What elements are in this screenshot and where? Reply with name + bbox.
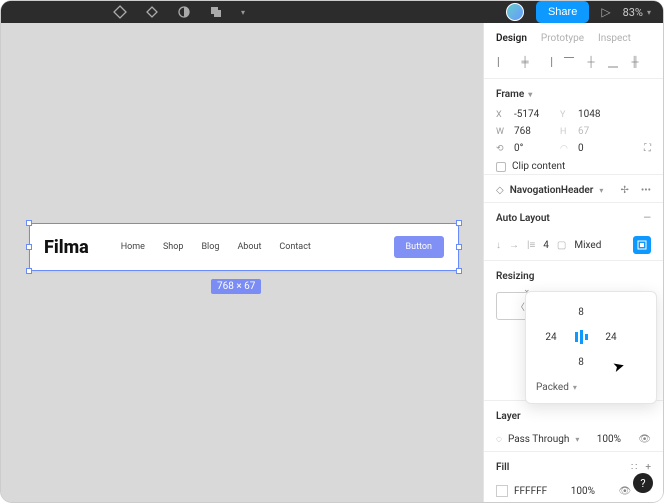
padding-bottom-input[interactable]: 8 xyxy=(578,357,584,368)
dimension-badge: 768 × 67 xyxy=(211,279,261,294)
alignment-grid-icon[interactable] xyxy=(571,327,591,347)
y-input[interactable]: 1048 xyxy=(578,109,618,120)
align-top-icon[interactable]: ⎺ xyxy=(562,56,576,68)
padding-popover: 8 24 24 8 Packed▾ xyxy=(525,291,657,404)
layer-title: Layer xyxy=(496,411,651,422)
nav-item: About xyxy=(237,242,261,252)
direction-vertical-icon[interactable]: ↓ xyxy=(496,240,501,251)
nav-links: Home Shop Blog About Contact xyxy=(121,242,311,252)
tool-dropdown-icon[interactable]: ▾ xyxy=(241,8,245,17)
x-input[interactable]: -5174 xyxy=(514,109,554,120)
fill-hex-input[interactable]: FFFFFF xyxy=(514,486,547,497)
resize-handle[interactable] xyxy=(456,268,462,274)
alignment-padding-button[interactable] xyxy=(633,236,651,254)
radius-icon: ◠ xyxy=(560,144,572,154)
component-options-icon[interactable]: ✢ xyxy=(620,185,628,196)
frame-tool-icon[interactable] xyxy=(145,5,159,19)
frame-section-title: Frame▾ xyxy=(496,89,651,100)
padding-input[interactable]: Mixed xyxy=(574,240,601,251)
clip-content-checkbox[interactable] xyxy=(496,162,506,172)
independent-corners-icon[interactable]: ⛶ xyxy=(644,143,651,154)
component-name[interactable]: NavogationHeader xyxy=(510,185,594,196)
share-button[interactable]: Share xyxy=(536,1,589,23)
fill-visibility-icon[interactable]: 👁 xyxy=(618,486,631,497)
h-label: H xyxy=(560,127,572,137)
align-left-icon[interactable]: ⎸ xyxy=(496,56,510,68)
resize-handle[interactable] xyxy=(456,220,462,226)
blend-mode-icon[interactable]: ◌ xyxy=(496,434,502,445)
radius-input[interactable]: 0 xyxy=(578,143,618,154)
tab-prototype[interactable]: Prototype xyxy=(541,33,584,44)
logo-text: Filma xyxy=(44,237,89,258)
rotation-input[interactable]: 0° xyxy=(514,143,554,154)
padding-top-input[interactable]: 8 xyxy=(578,307,584,318)
gap-icon: |≡ xyxy=(527,240,535,251)
add-fill-icon[interactable]: + xyxy=(645,462,651,473)
x-label: X xyxy=(496,110,508,120)
h-input[interactable]: 67 xyxy=(578,126,589,137)
zoom-control[interactable]: 83%▾ xyxy=(623,6,651,19)
fill-swatch[interactable] xyxy=(496,485,508,497)
tab-inspect[interactable]: Inspect xyxy=(598,33,631,44)
primary-button: Button xyxy=(394,236,444,258)
gap-input[interactable]: 4 xyxy=(543,240,549,251)
align-vcenter-icon[interactable]: ┼ xyxy=(584,56,598,68)
nav-item: Shop xyxy=(163,242,184,252)
selected-frame[interactable]: Filma Home Shop Blog About Contact Butto… xyxy=(29,223,459,271)
help-button[interactable]: ? xyxy=(633,473,653,493)
spacing-mode-dropdown[interactable]: Packed▾ xyxy=(536,382,646,393)
resize-handle[interactable] xyxy=(26,268,32,274)
padding-right-input[interactable]: 24 xyxy=(605,332,616,343)
resize-handle[interactable] xyxy=(456,244,462,250)
direction-horizontal-icon[interactable]: → xyxy=(509,240,519,251)
move-tool-icon[interactable] xyxy=(113,5,127,19)
clip-content-label: Clip content xyxy=(512,161,565,172)
fill-title: Fill xyxy=(496,462,509,473)
mask-tool-icon[interactable] xyxy=(177,5,191,19)
nav-item: Home xyxy=(121,242,145,252)
avatar[interactable] xyxy=(506,3,524,21)
blend-mode-dropdown[interactable]: Pass Through xyxy=(508,434,569,445)
fill-style-icon[interactable]: ∷ xyxy=(631,462,637,473)
w-label: W xyxy=(496,127,508,137)
align-hcenter-icon[interactable]: ╪ xyxy=(518,56,532,68)
padding-icon: ▢ xyxy=(557,240,566,251)
y-label: Y xyxy=(560,110,572,120)
autolayout-title: Auto Layout xyxy=(496,213,550,224)
rotation-icon: ⟲ xyxy=(496,144,508,154)
present-icon[interactable]: ▷ xyxy=(601,5,610,19)
component-icon: ◇ xyxy=(496,185,504,196)
resize-handle[interactable] xyxy=(26,244,32,250)
canvas[interactable]: Filma Home Shop Blog About Contact Butto… xyxy=(1,23,483,502)
boolean-tool-icon[interactable] xyxy=(209,5,223,19)
properties-panel: Design Prototype Inspect ⎸ ╪ ⎹ ⎺ ┼ ⎽ ╫ F… xyxy=(483,23,663,502)
top-toolbar: ▾ Share ▷ 83%▾ xyxy=(1,1,663,23)
padding-left-input[interactable]: 24 xyxy=(545,332,556,343)
align-right-icon[interactable]: ⎹ xyxy=(540,56,554,68)
visibility-icon[interactable]: 👁 xyxy=(638,434,651,445)
align-bottom-icon[interactable]: ⎽ xyxy=(606,56,620,68)
tab-design[interactable]: Design xyxy=(496,33,527,44)
nav-item: Contact xyxy=(279,242,310,252)
more-icon[interactable]: ••• xyxy=(641,185,651,196)
resizing-title: Resizing xyxy=(496,271,651,282)
fill-opacity-input[interactable]: 100% xyxy=(571,486,595,497)
resize-handle[interactable] xyxy=(26,220,32,226)
opacity-input[interactable]: 100% xyxy=(597,434,621,445)
nav-item: Blog xyxy=(201,242,219,252)
distribute-icon[interactable]: ╫ xyxy=(628,56,642,68)
w-input[interactable]: 768 xyxy=(514,126,554,137)
remove-autolayout-icon[interactable]: — xyxy=(643,213,651,224)
